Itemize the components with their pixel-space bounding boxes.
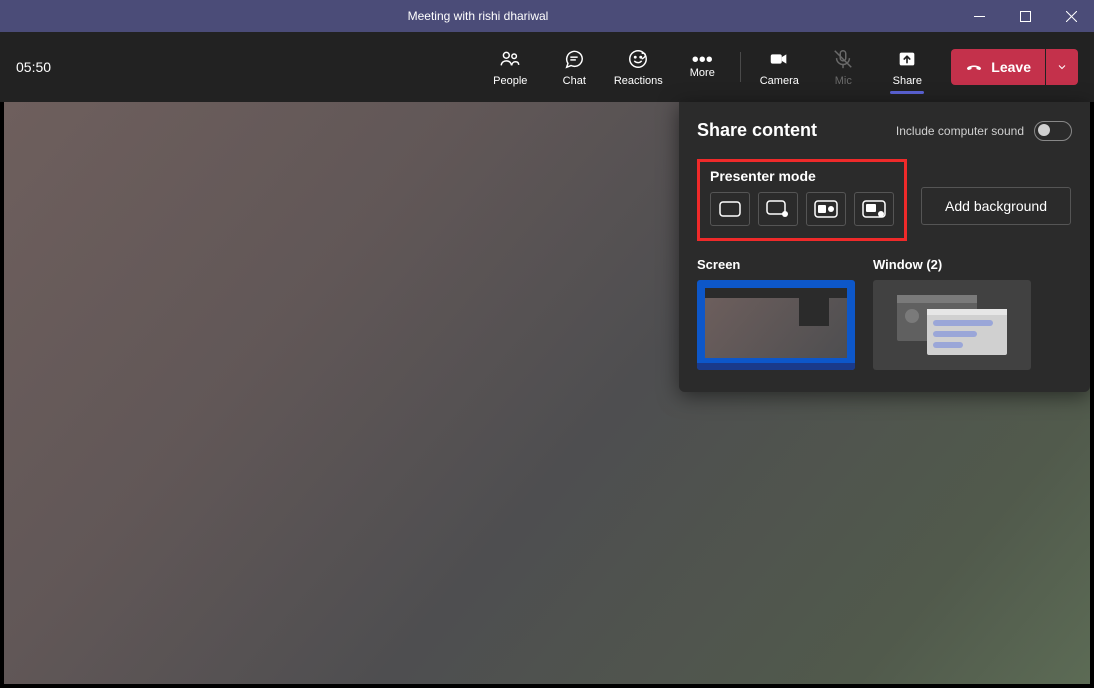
include-sound-toggle[interactable]: Include computer sound: [896, 121, 1072, 141]
window-title: Meeting with rishi dhariwal: [0, 9, 956, 23]
add-background-button[interactable]: Add background: [921, 187, 1071, 225]
toolbar-separator: [740, 52, 741, 82]
reactions-icon: [627, 48, 649, 73]
window-stack-icon: [897, 295, 1007, 355]
share-icon: [896, 48, 918, 73]
leave-options-button[interactable]: [1046, 49, 1078, 85]
people-button[interactable]: People: [478, 32, 542, 102]
include-sound-label: Include computer sound: [896, 124, 1024, 138]
chat-icon: [563, 48, 585, 73]
share-label: Share: [893, 75, 922, 87]
more-label: More: [690, 67, 715, 79]
content-only-icon: [719, 201, 741, 217]
titlebar: Meeting with rishi dhariwal: [0, 0, 1094, 32]
add-background-label: Add background: [945, 198, 1047, 214]
presenter-mode-side-by-side[interactable]: [806, 192, 846, 226]
reactions-label: Reactions: [614, 75, 663, 87]
maximize-button[interactable]: [1002, 0, 1048, 32]
meeting-toolbar: 05:50 People Chat Reactions: [0, 32, 1094, 102]
window-section-label: Window (2): [873, 257, 1031, 272]
more-icon: •••: [692, 55, 713, 65]
screen-section-label: Screen: [697, 257, 855, 272]
presenter-mode-content-only[interactable]: [710, 192, 750, 226]
share-panel-title: Share content: [697, 120, 817, 141]
screen-preview-icon: [705, 288, 847, 358]
chevron-down-icon: [1056, 61, 1068, 73]
mic-label: Mic: [835, 75, 852, 87]
window-share-option[interactable]: [873, 280, 1031, 370]
meeting-timer: 05:50: [16, 59, 51, 75]
video-stage: Share content Include computer sound Pre…: [4, 102, 1090, 684]
more-button[interactable]: ••• More: [670, 32, 734, 102]
close-button[interactable]: [1048, 0, 1094, 32]
window-controls: [956, 0, 1094, 32]
toggle-off-icon: [1034, 121, 1072, 141]
side-by-side-icon: [814, 200, 838, 218]
presenter-mode-reporter[interactable]: [854, 192, 894, 226]
camera-label: Camera: [760, 75, 799, 87]
minimize-button[interactable]: [956, 0, 1002, 32]
people-icon: [499, 48, 521, 73]
share-content-panel: Share content Include computer sound Pre…: [679, 102, 1090, 392]
reactions-button[interactable]: Reactions: [606, 32, 670, 102]
presenter-mode-highlight: Presenter mode: [697, 159, 907, 241]
chat-button[interactable]: Chat: [542, 32, 606, 102]
leave-button[interactable]: Leave: [951, 49, 1045, 85]
people-label: People: [493, 75, 527, 87]
screen-share-option[interactable]: [697, 280, 855, 370]
camera-button[interactable]: Camera: [747, 32, 811, 102]
chat-label: Chat: [563, 75, 586, 87]
presenter-mode-label: Presenter mode: [710, 168, 894, 184]
mic-off-icon: [832, 48, 854, 73]
share-active-indicator: [890, 91, 924, 94]
leave-label: Leave: [991, 59, 1031, 75]
presenter-mode-standout[interactable]: [758, 192, 798, 226]
standout-icon: [766, 200, 790, 218]
hangup-icon: [965, 58, 983, 76]
reporter-icon: [862, 200, 886, 218]
mic-button[interactable]: Mic: [811, 32, 875, 102]
share-button[interactable]: Share: [875, 32, 939, 102]
camera-icon: [768, 48, 790, 73]
